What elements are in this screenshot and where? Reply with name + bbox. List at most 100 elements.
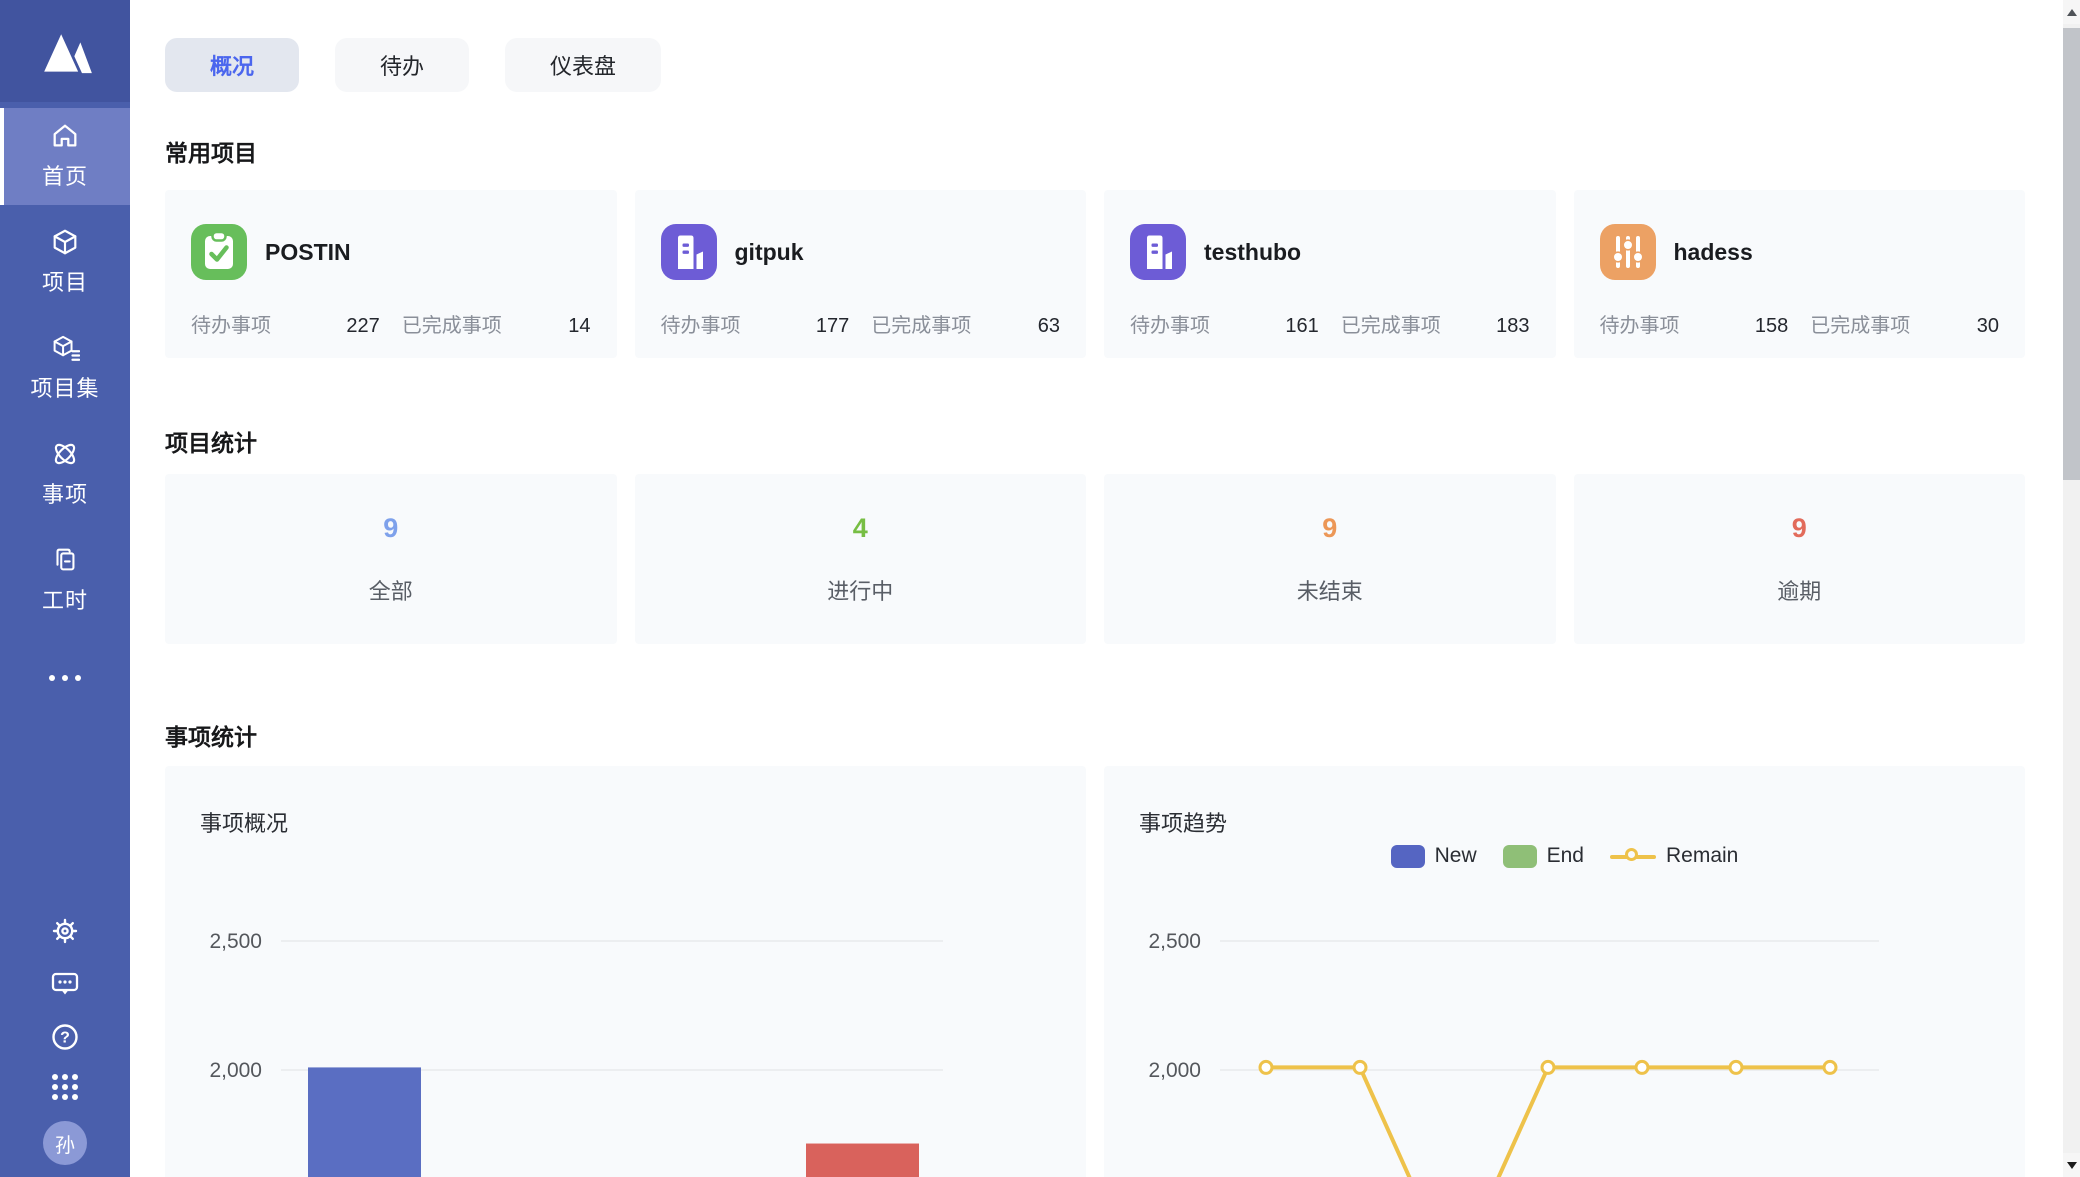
stat-label: 进行中 — [827, 574, 893, 606]
svg-text:2,000: 2,000 — [209, 1059, 262, 1082]
sidebar-item-home[interactable]: 首页 — [0, 108, 130, 205]
line-marker — [1824, 1061, 1836, 1073]
legend-item-end[interactable]: End — [1503, 844, 1584, 868]
line-marker — [1730, 1061, 1742, 1073]
top-tabs: 概况 待办 仪表盘 — [165, 38, 2025, 92]
todo-count: 158 — [1755, 315, 1788, 338]
item-stats-row: 事项概况 2,5002,0001,500 事项趋势 New End Remai — [165, 766, 2025, 1177]
legend-label: Remain — [1666, 844, 1738, 868]
chart-title: 事项趋势 — [1139, 806, 1227, 838]
tab-overview[interactable]: 概况 — [165, 38, 299, 92]
svg-text:2,500: 2,500 — [1148, 930, 1201, 953]
section-title-project-stats: 项目统计 — [165, 424, 2025, 458]
home-icon — [50, 121, 80, 151]
line-marker — [1542, 1061, 1554, 1073]
sidebar-item-label: 项目集 — [30, 371, 99, 403]
todo-label: 待办事项 — [661, 309, 741, 338]
section-title-item-stats: 事项统计 — [165, 718, 2025, 752]
chart-title: 事项概况 — [200, 806, 288, 838]
todo-label: 待办事项 — [191, 309, 271, 338]
line-chart[interactable]: 2,5002,0001,500 — [1104, 766, 2022, 1177]
project-card-gitpuk[interactable]: gitpuk 待办事项 177 已完成事项 63 — [635, 190, 1087, 358]
project-icon — [1130, 224, 1186, 280]
todo-count: 161 — [1285, 315, 1318, 338]
sidebar-item-label: 事项 — [42, 477, 88, 509]
project-name: gitpuk — [735, 239, 804, 266]
done-count: 183 — [1496, 315, 1529, 338]
todo-count: 177 — [816, 315, 849, 338]
project-card-postin[interactable]: POSTIN 待办事项 227 已完成事项 14 — [165, 190, 617, 358]
user-avatar[interactable]: 孙 — [43, 1121, 87, 1165]
todo-label: 待办事项 — [1600, 309, 1680, 338]
bar — [308, 1067, 421, 1177]
documents-icon — [50, 545, 80, 575]
stat-value: 4 — [853, 513, 868, 544]
stat-value: 9 — [1792, 513, 1807, 544]
help-glyph: ? — [60, 1030, 70, 1047]
project-card-hadess[interactable]: hadess 待办事项 158 已完成事项 30 — [1574, 190, 2026, 358]
stat-label: 未结束 — [1297, 574, 1363, 606]
legend-item-remain[interactable]: Remain — [1610, 844, 1738, 868]
section-title-frequent-projects: 常用项目 — [165, 134, 2025, 168]
feedback-chat-icon[interactable] — [49, 968, 81, 1000]
bar — [806, 1144, 919, 1177]
chart-legend: New End Remain — [1104, 844, 2025, 868]
apps-grid-icon[interactable] — [52, 1074, 78, 1100]
scroll-down-arrow[interactable] — [2063, 1153, 2080, 1177]
stat-card-all[interactable]: 9 全部 — [165, 474, 617, 644]
project-card-testhubo[interactable]: testhubo 待办事项 161 已完成事项 183 — [1104, 190, 1556, 358]
stat-card-unfinished[interactable]: 9 未结束 — [1104, 474, 1556, 644]
stat-label: 逾期 — [1777, 574, 1821, 606]
help-icon[interactable]: ? — [49, 1021, 81, 1053]
scrollbar-thumb[interactable] — [2063, 28, 2080, 480]
legend-swatch-new — [1391, 845, 1425, 868]
gear-icon[interactable] — [49, 915, 81, 947]
svg-text:2,000: 2,000 — [1148, 1059, 1201, 1082]
vertical-scrollbar — [2063, 0, 2080, 1177]
project-icon — [661, 224, 717, 280]
sidebar-item-label: 项目 — [42, 265, 88, 297]
todo-count: 227 — [346, 315, 379, 338]
item-overview-chart-card: 事项概况 2,5002,0001,500 — [165, 766, 1086, 1177]
sidebar-bottom: ? 孙 — [0, 915, 130, 1165]
legend-label: New — [1435, 844, 1477, 868]
project-icon — [191, 224, 247, 280]
frequent-projects-row: POSTIN 待办事项 227 已完成事项 14 — [165, 190, 2025, 358]
building-icon — [1130, 224, 1186, 280]
sidebar-item-issues[interactable]: 事项 — [0, 426, 130, 523]
tab-label: 仪表盘 — [550, 49, 616, 81]
cube-list-icon — [50, 333, 80, 363]
tab-label: 概况 — [210, 49, 254, 81]
stat-card-in-progress[interactable]: 4 进行中 — [635, 474, 1087, 644]
mountain-logo-icon — [37, 27, 93, 75]
done-count: 63 — [1038, 315, 1060, 338]
legend-label: End — [1547, 844, 1584, 868]
project-stats-row: 9 全部 4 进行中 9 未结束 9 逾期 — [165, 474, 2025, 644]
done-count: 14 — [568, 315, 590, 338]
sidebar-item-projects[interactable]: 项目 — [0, 214, 130, 311]
scroll-up-arrow[interactable] — [2063, 0, 2080, 24]
tab-label: 待办 — [380, 49, 424, 81]
legend-item-new[interactable]: New — [1391, 844, 1477, 868]
stat-card-overdue[interactable]: 9 逾期 — [1574, 474, 2026, 644]
done-label: 已完成事项 — [1341, 309, 1441, 338]
sliders-icon — [1600, 224, 1656, 280]
tab-todo[interactable]: 待办 — [335, 38, 469, 92]
sidebar-item-project-set[interactable]: 项目集 — [0, 320, 130, 417]
clipboard-check-icon — [191, 224, 247, 280]
atom-loops-icon — [50, 439, 80, 469]
bar-chart[interactable]: 2,5002,0001,500 — [165, 766, 1086, 1177]
sidebar-item-worktime[interactable]: 工时 — [0, 532, 130, 629]
project-name: hadess — [1674, 239, 1753, 266]
sidebar-more-button[interactable] — [0, 665, 130, 691]
cube-icon — [50, 227, 80, 257]
stat-value: 9 — [1322, 513, 1337, 544]
todo-label: 待办事项 — [1130, 309, 1210, 338]
done-count: 30 — [1977, 315, 1999, 338]
line-marker — [1354, 1061, 1366, 1073]
tab-dashboard[interactable]: 仪表盘 — [505, 38, 661, 92]
sidebar-item-label: 工时 — [42, 583, 88, 615]
app-logo[interactable] — [0, 0, 130, 102]
legend-swatch-end — [1503, 845, 1537, 868]
item-trend-chart-card: 事项趋势 New End Remain 2,5002,0001,500 — [1104, 766, 2025, 1177]
